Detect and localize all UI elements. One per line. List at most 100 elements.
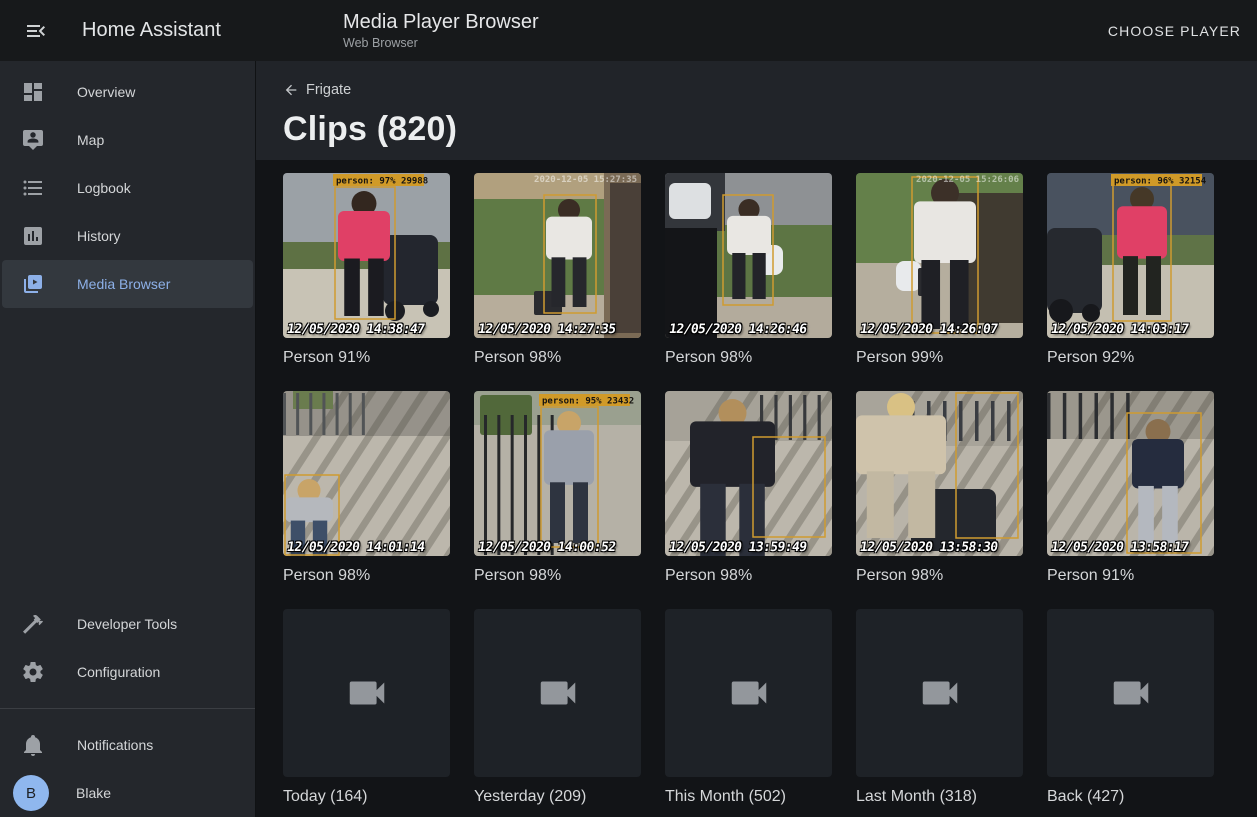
video-icon [917,670,963,716]
folder-card-back[interactable]: Back (427) [1047,609,1214,806]
folder-thumbnail [856,609,1023,777]
menu-open-icon [24,19,48,43]
format-list-bulleted-icon [21,176,45,200]
clip-label: Person 91% [283,348,450,367]
sidebar-item-media-browser[interactable]: Media Browser [2,260,253,308]
clip-label: Person 92% [1047,348,1214,367]
sidebar-item-developer-tools[interactable]: Developer Tools [2,600,253,648]
folder-card-this-month[interactable]: This Month (502) [665,609,832,806]
sidebar-item-configuration[interactable]: Configuration [2,648,253,696]
video-icon [344,670,390,716]
tooltip-account-icon [21,128,45,152]
folder-card-last-month[interactable]: Last Month (318) [856,609,1023,806]
sidebar-item-label: Logbook [77,180,131,196]
sidebar-item-notifications[interactable]: Notifications [2,721,253,769]
sidebar-item-label: History [77,228,121,244]
tooltip-account-icon [21,128,45,152]
folder-card-yesterday[interactable]: Yesterday (209) [474,609,641,806]
clip-label: Person 98% [283,566,450,585]
clip-card[interactable]: 2020-12-05 15:27:35 12/05/2020 14:27:35 Pe… [474,173,641,367]
clip-timestamp-overlay: 12/05/2020 14:03:17 [1050,322,1189,337]
clip-thumbnail: 12/05/2020 13:58:17 [1047,391,1214,556]
sidebar-item-label: Configuration [77,664,160,680]
clip-thumbnail: 2020-12-05 15:26:06 12/05/2020 14:26:07 [856,173,1023,338]
folder-label: Last Month (318) [856,787,1023,806]
sidebar-nav-list: Overview Map Logbook History Media Browser [0,61,255,308]
choose-player-button[interactable]: CHOOSE PLAYER [1096,13,1253,49]
svg-text:person: 95% 23432: person: 95% 23432 [542,397,634,407]
video-icon [535,670,581,716]
folder-thumbnail [1047,609,1214,777]
folder-thumbnail [283,609,450,777]
clip-card[interactable]: 12/05/2020 14:26:46Person 98% [665,173,832,367]
app-header-left: Home Assistant [0,11,343,51]
folder-card-today[interactable]: Today (164) [283,609,450,806]
menu-open-button[interactable] [16,11,56,51]
clip-timestamp-overlay: 12/05/2020 14:26:07 [859,322,998,337]
camera-osd-timestamp: 2020-12-05 15:26:06 [916,175,1019,185]
media-browser-content: person: 97% 29988 12/05/2020 14:38:47 Pers… [256,160,1257,806]
clip-card[interactable]: person: 97% 29988 12/05/2020 14:38:47 Pers… [283,173,450,367]
media-browser-header: Frigate Clips (820) [256,61,1257,160]
clip-card[interactable]: 12/05/2020 13:58:30 Person 98% [856,391,1023,585]
app-title: Home Assistant [82,19,221,42]
clip-timestamp-overlay: 12/05/2020 13:58:17 [1050,540,1189,555]
panel-subtitle: Web Browser [343,35,539,51]
sidebar-item-label: Overview [77,84,135,100]
clip-card[interactable]: 12/05/2020 13:58:17 Person 91% [1047,391,1214,585]
media-browser-panel: Frigate Clips (820) person: 97% 29988 12/… [256,61,1257,817]
clip-thumbnail: 12/05/2020 14:26:46 [665,173,832,338]
svg-text:person: 97% 29988: person: 97% 29988 [336,177,428,187]
app-header: Home Assistant Media Player Browser Web … [0,0,1257,61]
clip-thumbnail: person: 96% 32154 12/05/2020 14:03:17 [1047,173,1214,338]
user-menu[interactable]: B Blake [0,769,255,817]
clip-label: Person 98% [856,566,1023,585]
clip-thumbnail: 12/05/2020 13:59:49 [665,391,832,556]
page-title: Clips (820) [283,110,1257,149]
view-dashboard-icon [21,80,45,104]
sidebar-item-map[interactable]: Map [2,116,253,164]
detection-box-label: person: 96% 32154 [1111,174,1207,187]
sidebar-item-overview[interactable]: Overview [2,68,253,116]
sidebar-item-label: Map [77,132,104,148]
folder-thumbnail [474,609,641,777]
clip-card[interactable]: person: 95% 23432 12/05/2020 14:00:52 Pers… [474,391,641,585]
clip-card[interactable]: person: 96% 32154 12/05/2020 14:03:17 Pers… [1047,173,1214,367]
play-box-multiple-icon [21,272,45,296]
clip-timestamp-overlay: 12/05/2020 13:59:49 [668,540,807,555]
sidebar-footer-list: Developer Tools Configuration [0,600,255,696]
clip-label: Person 99% [856,348,1023,367]
clip-label: Person 98% [665,566,832,585]
view-dashboard-icon [21,80,45,104]
clip-label: Person 91% [1047,566,1214,585]
play-box-multiple-icon [21,272,45,296]
clip-thumbnail: 2020-12-05 15:27:35 12/05/2020 14:27:35 [474,173,641,338]
cog-icon [21,660,45,684]
breadcrumb-back[interactable]: Frigate [283,82,351,98]
hammer-icon [21,612,45,636]
clip-card[interactable]: 2020-12-05 15:26:06 12/05/2020 14:26:07 Pe… [856,173,1023,367]
clip-thumbnail: 12/05/2020 13:58:30 [856,391,1023,556]
clip-label: Person 98% [474,348,641,367]
folder-label: Back (427) [1047,787,1214,806]
clip-timestamp-overlay: 12/05/2020 14:00:52 [477,540,616,555]
sidebar-item-label: Media Browser [77,276,170,292]
camera-osd-timestamp: 2020-12-05 15:27:35 [534,175,637,185]
sidebar-divider [0,708,255,709]
sidebar-item-logbook[interactable]: Logbook [2,164,253,212]
clip-card[interactable]: 12/05/2020 13:59:49 Person 98% [665,391,832,585]
bell-icon [21,733,45,757]
sidebar-spacer [0,308,255,600]
video-icon [726,670,772,716]
clip-timestamp-overlay: 12/05/2020 14:27:35 [477,322,616,337]
clip-timestamp-overlay: 12/05/2020 14:38:47 [286,322,425,337]
poll-box-icon [21,224,45,248]
folder-label: Today (164) [283,787,450,806]
clip-thumbnail: person: 97% 29988 12/05/2020 14:38:47 [283,173,450,338]
clip-label: Person 98% [474,566,641,585]
sidebar-item-history[interactable]: History [2,212,253,260]
clip-card[interactable]: 12/05/2020 14:01:14Person 98% [283,391,450,585]
breadcrumb-label: Frigate [306,82,351,98]
folder-label: Yesterday (209) [474,787,641,806]
notifications-label: Notifications [77,737,153,753]
